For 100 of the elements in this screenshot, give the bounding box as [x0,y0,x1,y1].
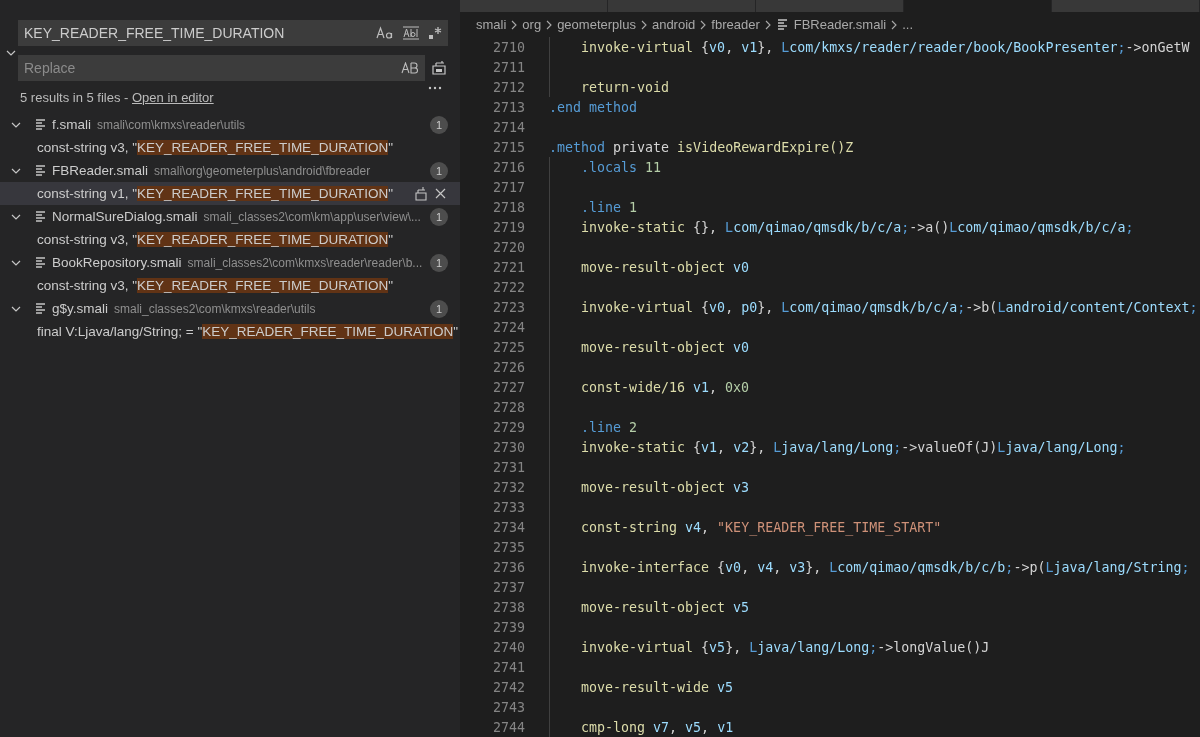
more-icon[interactable] [428,86,442,90]
file-lines-icon [36,257,46,268]
line-number: 2734 [491,519,525,535]
results-summary: 5 results in 5 files - Open in editor [20,90,214,105]
code-line: move-result-object v0 [581,338,750,357]
line-number: 2733 [491,499,525,515]
match-case-icon[interactable] [376,26,394,40]
code-line: invoke-static {v1, v2}, Ljava/lang/Long;->valueOf(J)Ljava/lang/Long; [581,438,1126,457]
replace-icon[interactable] [415,186,427,201]
line-number: 2737 [491,579,525,595]
breadcrumb-item[interactable]: android [651,17,696,32]
file-path: smali_classes2\com\kmxs\reader\utils [114,301,317,316]
line-number: 2731 [491,459,525,475]
code-line: move-result-object v3 [581,478,750,497]
breadcrumb-item[interactable]: smali [476,17,507,32]
line-number: 2714 [491,119,525,135]
line-number: 2712 [491,79,525,95]
match-count-badge: 1 [430,161,448,180]
code-line: invoke-interface {v0, v4, v3}, Lcom/qimao/qmsdk/b/c/b;->p(Ljava/lang/String; [581,558,1190,577]
search-match[interactable]: final V:Ljava/lang/String; = "KEY_READER_FREE_TIME_DURATION" [0,320,460,343]
breadcrumb-item[interactable]: org [522,17,542,32]
file-name[interactable]: FBReader.smali [52,163,149,178]
match-count-badge: 1 [430,115,448,134]
regex-icon[interactable] [428,26,442,40]
line-number: 2728 [491,399,525,415]
file-lines-icon [36,211,46,222]
line-number: 2730 [491,439,525,455]
line-number: 2744 [491,719,525,735]
close-icon[interactable] [435,188,446,199]
whole-word-icon[interactable] [402,26,420,40]
breadcrumb-item[interactable]: ... [902,17,914,32]
line-number: 2739 [491,619,525,635]
search-match[interactable]: const-string v1, "KEY_READER_FREE_TIME_DURATION" [0,182,460,205]
line-number: 2743 [491,699,525,715]
code-line: .locals 11 [581,158,662,177]
code-line: .end method [549,98,638,117]
line-number: 2740 [491,639,525,655]
search-field[interactable]: KEY_READER_FREE_TIME_DURATION [18,20,448,46]
file-name[interactable]: NormalSureDialog.smali [52,209,198,224]
code-line: .method private isVideoRewardExpire()Z [549,138,854,157]
line-number: 2727 [491,379,525,395]
line-number: 2719 [491,219,525,235]
line-number: 2725 [491,339,525,355]
file-path: smali\com\kmxs\reader\utils [97,117,247,132]
search-match[interactable]: const-string v3, "KEY_READER_FREE_TIME_DURATION" [0,136,460,159]
file-lines-icon [36,303,46,314]
match-count-badge: 1 [430,207,448,226]
line-number: 2742 [491,679,525,695]
breadcrumb-item[interactable]: fbreader [711,17,760,32]
code-line: invoke-virtual {v0, v1}, Lcom/kmxs/reader/reader/book/BookPresenter;->onGetW [581,38,1190,57]
match-count-badge: 1 [430,299,448,318]
chevron-right-icon [639,19,648,30]
line-number: 2717 [491,179,525,195]
line-number: 2715 [491,139,525,155]
breadcrumb-item[interactable]: geometerplus [557,17,636,32]
chevron-right-icon [545,19,554,30]
file-name[interactable]: f.smali [52,117,91,132]
code-line: move-result-object v0 [581,258,750,277]
open-in-editor-link[interactable]: Open in editor [132,90,214,105]
line-number: 2736 [491,559,525,575]
file-lines-icon [777,19,788,30]
chevron-right-icon [763,19,772,30]
line-number: 2722 [491,279,525,295]
line-number: 2720 [491,239,525,255]
match-count-badge: 1 [430,253,448,272]
line-number: 2738 [491,599,525,615]
code-line: move-result-wide v5 [581,678,734,697]
replace-field[interactable]: Replace [18,55,425,81]
file-name[interactable]: g$y.smali [52,301,109,316]
line-number: 2729 [491,419,525,435]
preserve-case-icon[interactable] [401,62,419,74]
line-number: 2713 [491,99,525,115]
file-name[interactable]: BookRepository.smali [52,255,182,270]
line-number: 2711 [491,59,525,75]
chevron-right-icon [890,19,899,30]
line-number: 2735 [491,539,525,555]
line-number: 2710 [491,39,525,55]
line-number: 2723 [491,299,525,315]
line-number: 2721 [491,259,525,275]
code-line: invoke-virtual {v5}, Ljava/lang/Long;->longValue()J [581,638,990,657]
replace-all-icon[interactable] [431,60,447,76]
file-path: smali_classes2\com\kmxs\reader\reader\b... [187,255,424,270]
chevron-right-icon [699,19,708,30]
file-lines-icon [36,119,46,130]
line-number: 2716 [491,159,525,175]
code-line: move-result-object v5 [581,598,750,617]
chevron-right-icon [510,19,519,30]
search-match[interactable]: const-string v3, "KEY_READER_FREE_TIME_DURATION" [0,228,460,251]
code-line: .line 2 [581,418,638,437]
line-number: 2732 [491,479,525,495]
code-line: invoke-virtual {v0, p0}, Lcom/qimao/qmsdk/b/c/a;->b(Landroid/content/Context; [581,298,1198,317]
code-line: .line 1 [581,198,638,217]
line-number: 2724 [491,319,525,335]
search-match[interactable]: const-string v3, "KEY_READER_FREE_TIME_DURATION" [0,274,460,297]
code-line: cmp-long v7, v5, v1 [581,718,734,737]
file-path: smali\org\geometerplus\android\fbreader [154,163,372,178]
breadcrumb-item[interactable]: FBReader.smali [793,17,887,32]
code-line: return-void [581,78,670,97]
code-line: const-string v4, "KEY_READER_FREE_TIME_START" [581,518,942,537]
code-line: const-wide/16 v1, 0x0 [581,378,750,397]
